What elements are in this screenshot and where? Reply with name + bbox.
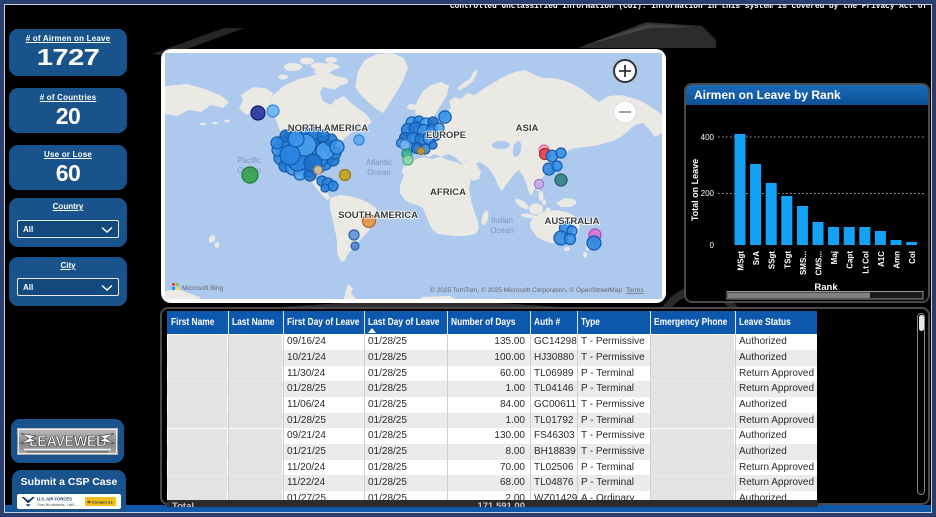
svg-text:0: 0	[710, 241, 715, 250]
svg-text:Ocean: Ocean	[367, 168, 391, 177]
svg-text:AUSTRALIA: AUSTRALIA	[545, 216, 600, 227]
svg-text:Indian: Indian	[491, 216, 513, 225]
svg-text:Total on Leave: Total on Leave	[690, 159, 700, 221]
svg-text:TSgt: TSgt	[783, 251, 792, 269]
svg-text:Ocean: Ocean	[490, 226, 514, 235]
svg-text:Atlantic: Atlantic	[366, 158, 392, 167]
svg-text:Over No distance. I will...: Over No distance. I will...	[37, 503, 77, 507]
svg-text:© 2025 TomTom, © 2025 Microsof: © 2025 TomTom, © 2025 Microsoft Corporat…	[430, 286, 622, 294]
svg-text:Lt Col: Lt Col	[861, 251, 870, 274]
svg-text:CMS...: CMS...	[815, 251, 824, 275]
svg-text:Microsoft Bing: Microsoft Bing	[182, 285, 224, 292]
svg-text:SrA: SrA	[752, 251, 761, 265]
svg-text:Pacific: Pacific	[237, 156, 261, 165]
svg-text:A1C: A1C	[877, 251, 886, 267]
svg-text:LEAVEWEB: LEAVEWEB	[29, 434, 106, 450]
svg-text:Col: Col	[908, 251, 917, 264]
svg-text:AFRICA: AFRICA	[430, 187, 466, 198]
svg-text:SMS...: SMS...	[799, 251, 808, 275]
svg-text:200: 200	[701, 189, 715, 198]
svg-text:400: 400	[701, 133, 715, 142]
svg-text:ASIA: ASIA	[516, 123, 539, 134]
svg-text:Terms: Terms	[626, 287, 644, 294]
svg-text:U.S. AIR FORCES: U.S. AIR FORCES	[37, 497, 72, 502]
svg-text:SOUTH AMERICA: SOUTH AMERICA	[338, 210, 418, 221]
svg-text:Amn: Amn	[893, 251, 902, 269]
svg-text:✉ Contact us: ✉ Contact us	[87, 499, 113, 504]
svg-text:MSgt: MSgt	[737, 251, 746, 271]
svg-text:SSgt: SSgt	[768, 251, 777, 270]
svg-text:Maj: Maj	[830, 251, 839, 264]
svg-text:NORTH AMERICA: NORTH AMERICA	[288, 123, 369, 134]
svg-text:EUROPE: EUROPE	[426, 130, 466, 141]
svg-text:Capt: Capt	[846, 251, 855, 269]
